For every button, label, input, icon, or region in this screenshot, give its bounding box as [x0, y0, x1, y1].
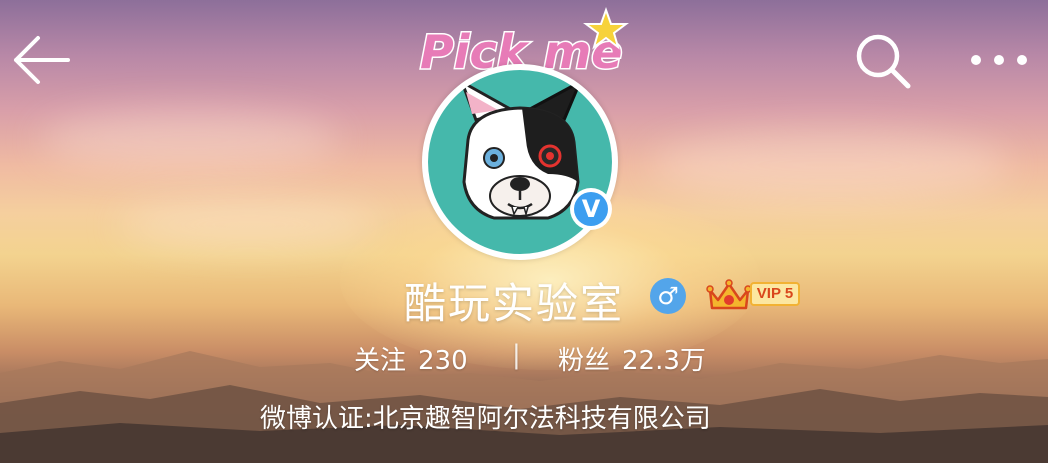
verification-text: 微博认证:北京趣智阿尔法科技有限公司 [260, 404, 711, 434]
verified-v-icon: V [574, 192, 608, 226]
following-label: 关注 [354, 346, 407, 376]
search-icon [856, 34, 911, 89]
followers-count: 22.3万 [622, 346, 706, 376]
followers-label: 粉丝 [558, 346, 611, 376]
male-icon: ♂ [650, 278, 686, 314]
following-stat[interactable]: 关注 230 [354, 340, 468, 377]
background-cloud [40, 110, 340, 170]
vip-level-label: VIP 5 [750, 282, 800, 306]
name-row: 酷玩实验室 ♂ VIP 5 [0, 266, 1048, 328]
avatar[interactable] [422, 64, 618, 260]
background-cloud [120, 200, 380, 250]
more-button[interactable] [966, 40, 1032, 80]
nickname: 酷玩实验室 [404, 279, 625, 328]
more-horizontal-icon [971, 55, 1027, 65]
arrow-left-icon [14, 36, 70, 84]
verified-badge: V [570, 188, 612, 230]
back-button[interactable] [10, 34, 72, 86]
vip-badge[interactable]: VIP 5 [706, 278, 800, 312]
following-count: 230 [418, 346, 468, 376]
followers-stat[interactable]: 粉丝 22.3万 [558, 340, 706, 377]
background-cloud [650, 130, 1010, 200]
crown-icon [706, 279, 752, 310]
search-button[interactable] [852, 30, 914, 92]
profile-header: Pick me V 酷玩实验室 ♂ VIP 5 关注 230 | 粉丝 22.3… [0, 0, 1048, 463]
stats-separator: | [512, 340, 521, 370]
